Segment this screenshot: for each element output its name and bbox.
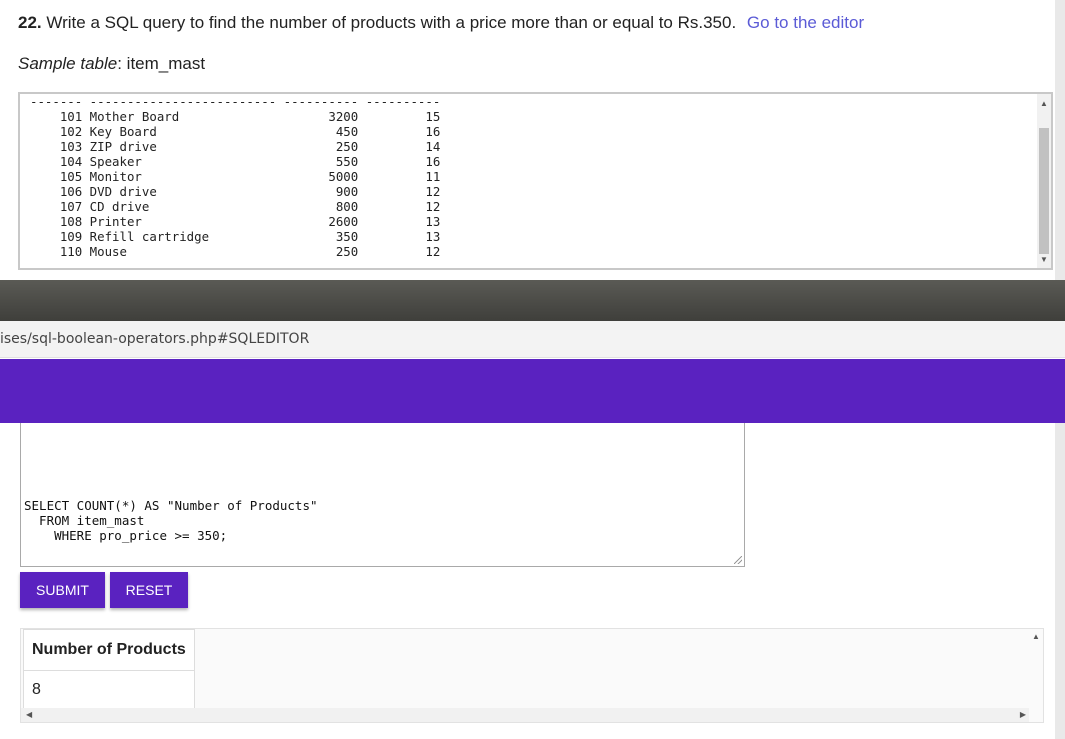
sample-table-caption: Sample table: item_mast bbox=[18, 54, 205, 74]
sample-table-text: ------- ------------------------- ------… bbox=[30, 94, 441, 259]
scroll-right-icon[interactable]: ▶ bbox=[1020, 711, 1026, 719]
sample-table-name: : item_mast bbox=[117, 54, 206, 73]
url-text: ises/sql-boolean-operators.php#SQLEDITOR bbox=[0, 331, 310, 347]
exercise-card: 22. Write a SQL query to find the number… bbox=[0, 0, 1055, 280]
scrollbar-thumb[interactable] bbox=[1039, 128, 1049, 254]
sql-query-text: SELECT COUNT(*) AS "Number of Products" … bbox=[24, 498, 318, 543]
result-vertical-scrollbar[interactable]: ▲ bbox=[1029, 629, 1043, 722]
result-horizontal-scrollbar[interactable]: ◀ ▶ bbox=[21, 708, 1031, 722]
sql-editor-card: SELECT COUNT(*) AS "Number of Products" … bbox=[0, 423, 1055, 739]
sql-editor-area: SELECT COUNT(*) AS "Number of Products" … bbox=[0, 423, 1065, 739]
sql-editor-textarea[interactable]: SELECT COUNT(*) AS "Number of Products" … bbox=[20, 423, 745, 567]
submit-button[interactable]: SUBMIT bbox=[20, 572, 105, 608]
sample-table-box[interactable]: ------- ------------------------- ------… bbox=[18, 92, 1053, 270]
window-titlebar bbox=[0, 280, 1065, 321]
exercise-question: 22. Write a SQL query to find the number… bbox=[18, 13, 864, 33]
url-bar[interactable]: ises/sql-boolean-operators.php#SQLEDITOR bbox=[0, 321, 1065, 358]
result-cell: 8 bbox=[23, 670, 195, 710]
go-to-editor-link[interactable]: Go to the editor bbox=[747, 13, 864, 32]
result-header-row: Number of Products bbox=[23, 629, 195, 671]
resize-handle-icon[interactable] bbox=[734, 556, 742, 564]
result-panel: Number of Products 8 ◀ ▶ ▲ bbox=[20, 628, 1044, 723]
result-row: 8 bbox=[23, 670, 195, 710]
scroll-down-icon[interactable]: ▼ bbox=[1040, 256, 1048, 264]
sample-table-scrollbar[interactable]: ▲ ▼ bbox=[1037, 94, 1051, 268]
result-table: Number of Products 8 bbox=[23, 629, 195, 710]
result-scroll-up-icon[interactable]: ▲ bbox=[1032, 633, 1040, 641]
exercise-question-text: Write a SQL query to find the number of … bbox=[46, 13, 737, 32]
scroll-left-icon[interactable]: ◀ bbox=[26, 711, 32, 719]
reset-button[interactable]: RESET bbox=[110, 572, 188, 608]
exercise-number: 22. bbox=[18, 13, 42, 32]
scroll-up-icon[interactable]: ▲ bbox=[1040, 100, 1048, 108]
exercise-panel: 22. Write a SQL query to find the number… bbox=[0, 0, 1065, 280]
editor-header-bar bbox=[0, 359, 1065, 423]
result-column-header: Number of Products bbox=[23, 629, 195, 671]
sample-table-label: Sample table bbox=[18, 54, 118, 73]
